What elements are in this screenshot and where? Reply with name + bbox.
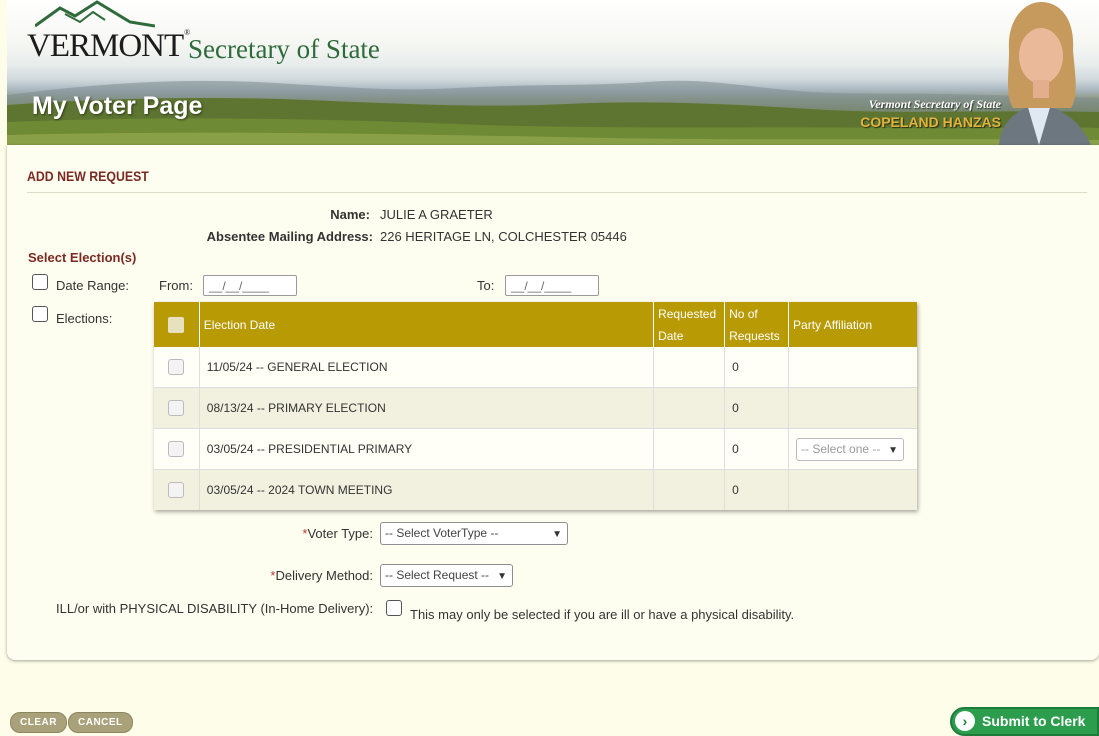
name-label: Name: [330, 207, 370, 222]
cancel-button[interactable]: CANCEL [68, 712, 133, 733]
vermont-wordmark[interactable]: VERMONT® [27, 28, 190, 65]
row-checkbox[interactable] [168, 359, 185, 375]
disability-checkbox[interactable] [386, 600, 402, 616]
table-row: 08/13/24 -- PRIMARY ELECTION 0 [154, 387, 917, 429]
election-cell: 03/05/24 -- 2024 TOWN MEETING [199, 469, 655, 510]
delivery-method-select[interactable]: -- Select Request -- ▼ [380, 564, 513, 587]
elections-table: Election Date Requested Date No of Reque… [154, 302, 917, 510]
site-banner: VERMONT® Secretary of State My Voter Pag… [7, 0, 1099, 145]
disability-label: ILL/or with PHYSICAL DISABILITY (In-Home… [56, 601, 374, 616]
row-checkbox[interactable] [168, 441, 185, 457]
column-party-affiliation[interactable]: Party Affiliation [788, 302, 917, 347]
vermont-mountain-logo-icon [35, 0, 155, 28]
elections-checkbox[interactable] [32, 306, 48, 322]
divider [27, 192, 1087, 193]
to-date-input[interactable]: __/__/____ [505, 275, 599, 296]
election-cell: 11/05/24 -- GENERAL ELECTION [199, 347, 655, 388]
request-count-cell: 0 [724, 428, 790, 470]
voter-type-select[interactable]: -- Select VoterType -- ▼ [380, 522, 568, 545]
select-all-cell [154, 302, 200, 347]
requested-date-cell [653, 387, 726, 429]
date-range-label: Date Range: [56, 278, 129, 293]
page-title: My Voter Page [32, 92, 203, 120]
requested-date-cell [653, 428, 726, 470]
secretary-of-state-title[interactable]: Secretary of State [188, 34, 380, 65]
from-date-input[interactable]: __/__/____ [203, 275, 297, 296]
chevron-down-icon: ▼ [552, 529, 562, 540]
secretary-portrait-image [999, 2, 1091, 145]
address-label: Absentee Mailing Address: [206, 229, 373, 244]
party-cell: -- Select one -- ▼ [788, 428, 917, 470]
requested-date-cell [653, 469, 726, 510]
chevron-right-icon: › [955, 711, 975, 731]
submit-to-clerk-button[interactable]: › Submit to Clerk [950, 707, 1099, 736]
name-value: JULIE A GRAETER [380, 207, 493, 222]
to-label: To: [477, 278, 495, 293]
request-count-cell: 0 [724, 387, 790, 429]
column-no-of-requests[interactable]: No of Requests [724, 302, 790, 347]
clear-button[interactable]: CLEAR [10, 712, 67, 733]
column-requested-date[interactable]: Requested Date [653, 302, 726, 347]
select-all-checkbox[interactable] [168, 317, 185, 334]
party-cell [788, 347, 917, 388]
requested-date-cell [653, 347, 726, 388]
request-panel: ADD NEW REQUEST Name: JULIE A GRAETER Ab… [7, 145, 1099, 660]
election-cell: 03/05/24 -- PRESIDENTIAL PRIMARY [199, 428, 655, 470]
party-cell [788, 387, 917, 429]
row-checkbox[interactable] [168, 400, 185, 416]
table-row: 03/05/24 -- 2024 TOWN MEETING 0 [154, 469, 917, 510]
disability-note: This may only be selected if you are ill… [410, 607, 795, 622]
chevron-down-icon: ▼ [888, 444, 899, 456]
chevron-down-icon: ▼ [497, 571, 507, 582]
request-count-cell: 0 [724, 469, 790, 510]
address-value: 226 HERITAGE LN, COLCHESTER 05446 [380, 229, 627, 244]
election-cell: 08/13/24 -- PRIMARY ELECTION [199, 387, 655, 429]
select-elections-label: Select Election(s) [28, 250, 137, 265]
from-label: From: [159, 278, 193, 293]
submit-label: Submit to Clerk [982, 713, 1086, 729]
table-header-row: Election Date Requested Date No of Reque… [154, 302, 917, 347]
delivery-method-label: *Delivery Method: [270, 568, 373, 583]
table-row: 03/05/24 -- PRESIDENTIAL PRIMARY 0 -- Se… [154, 428, 917, 470]
party-cell [788, 469, 917, 510]
section-title: ADD NEW REQUEST [27, 168, 149, 184]
column-election-date[interactable]: Election Date [199, 302, 655, 347]
voter-type-label: *Voter Type: [302, 526, 373, 541]
date-range-checkbox[interactable] [32, 274, 48, 290]
party-affiliation-select[interactable]: -- Select one -- ▼ [796, 437, 905, 461]
request-count-cell: 0 [724, 347, 790, 388]
row-checkbox[interactable] [168, 482, 185, 498]
elections-label: Elections: [56, 311, 113, 326]
table-row: 11/05/24 -- GENERAL ELECTION 0 [154, 347, 917, 388]
